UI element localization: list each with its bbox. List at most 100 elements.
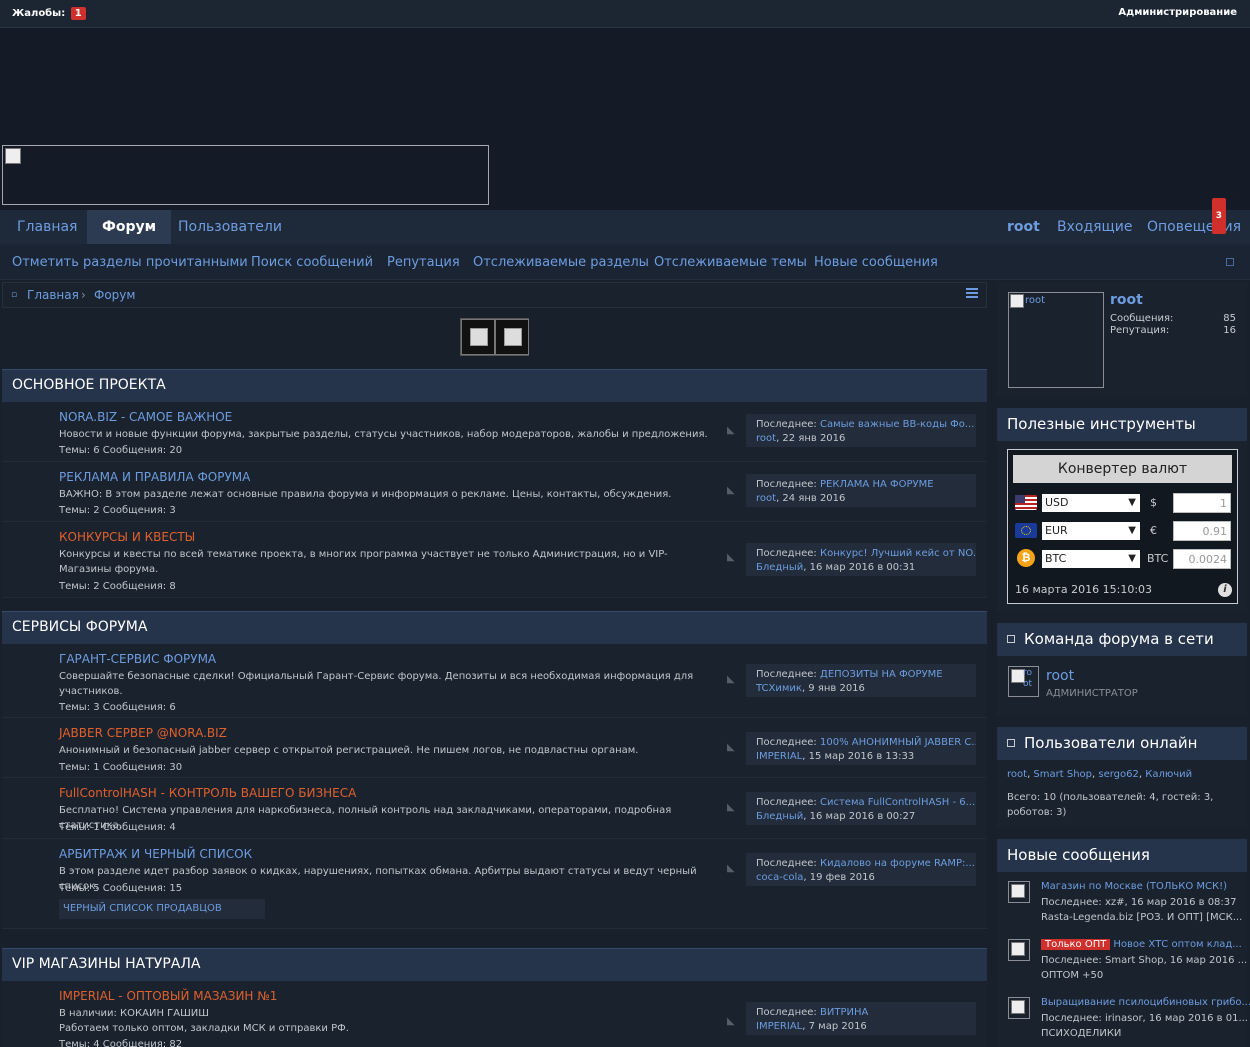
tab-users[interactable]: Пользователи [163, 210, 297, 244]
forum-title[interactable]: РЕКЛАМА И ПРАВИЛА ФОРУМА [59, 470, 250, 484]
rss-icon[interactable]: ◣ [727, 674, 735, 685]
forum-row: АРБИТРАЖ И ЧЕРНЫЙ СПИСОК В этом разделе … [2, 839, 987, 929]
last-post-user[interactable]: root [756, 433, 776, 444]
online-user[interactable]: Калючий [1145, 769, 1192, 780]
last-post-user[interactable]: IMPERIAL [756, 751, 802, 762]
tab-forum[interactable]: Форум [87, 210, 172, 244]
square-icon [1007, 739, 1015, 747]
forum-title[interactable]: ГАРАНТ-СЕРВИС ФОРУМА [59, 652, 216, 666]
search-posts-link[interactable]: Поиск сообщений [251, 255, 373, 270]
site-logo[interactable] [2, 145, 489, 205]
square-icon [1007, 635, 1015, 643]
forum-title[interactable]: NORA.BIZ - САМОЕ ВАЖНОЕ [59, 410, 232, 424]
team-avatar[interactable]: ro ot [1008, 666, 1039, 697]
admin-link[interactable]: Администрирование [1118, 7, 1237, 18]
currency-select[interactable]: USD ▼ [1042, 494, 1140, 512]
forum-row: РЕКЛАМА И ПРАВИЛА ФОРУМА ВАЖНО: В этом р… [2, 462, 987, 522]
rss-icon[interactable]: ◣ [727, 552, 735, 563]
profile-name[interactable]: root [1110, 292, 1143, 308]
rss-icon[interactable]: ◣ [727, 1016, 735, 1027]
inbox-link[interactable]: Входящие [1057, 210, 1132, 244]
team-box: ro ot root АДМИНИСТРАТОР [997, 656, 1247, 716]
last-post-title[interactable]: Кидалово на форуме RAMP:... [820, 858, 975, 869]
currency-select[interactable]: BTC ▼ [1042, 550, 1140, 568]
forum-stats: Темы: 1 Сообщения: 30 [59, 762, 183, 773]
last-post-user[interactable]: coca-cola [756, 872, 803, 883]
user-menu[interactable]: root [1007, 210, 1040, 244]
last-post-title[interactable]: ВИТРИНА [820, 1007, 868, 1018]
home-icon[interactable]: ▫ [11, 290, 17, 300]
hamburger-icon[interactable] [966, 288, 978, 300]
breadcrumb-forum[interactable]: Форум [94, 288, 135, 302]
team-member-name[interactable]: root [1046, 668, 1074, 684]
square-icon[interactable] [1226, 258, 1234, 266]
banner-2[interactable] [495, 319, 529, 355]
new-post-item: Только ОПТ Новое ХТС оптом клад... Послед… [1008, 939, 1247, 993]
forum-title[interactable]: IMPERIAL - ОПТОВЫЙ МАЗАЗИН №1 [59, 989, 277, 1003]
online-header[interactable]: Пользователи онлайн [997, 727, 1247, 760]
rss-icon[interactable]: ◣ [727, 863, 735, 874]
online-total: Всего: 10 (пользователей: 4, гостей: 3, р… [1007, 792, 1214, 818]
currency-select[interactable]: EUR ▼ [1042, 522, 1140, 540]
last-post-title[interactable]: Система FullControlHASH - 6... [820, 797, 975, 808]
watched-forums-link[interactable]: Отслеживаемые разделы [473, 255, 649, 270]
new-posts-link[interactable]: Новые сообщения [814, 255, 938, 270]
online-user[interactable]: sergo62 [1098, 769, 1139, 780]
new-post-title[interactable]: Выращивание псилоцибиновых грибо... [1041, 997, 1250, 1008]
new-post-forum[interactable]: ОПТОМ +50 [1041, 970, 1250, 981]
banner-1[interactable] [461, 319, 495, 355]
amount-input[interactable]: 0.91 [1173, 521, 1231, 541]
new-post-title[interactable]: Магазин по Москве (ТОЛЬКО МСК!) [1041, 881, 1250, 892]
complaints-link[interactable]: Жалобы: 1 [12, 7, 86, 20]
last-post-user[interactable]: root [756, 493, 776, 504]
alerts-link[interactable]: Оповещения 3 [1147, 198, 1241, 244]
new-post-title[interactable]: Новое ХТС оптом клад... [1113, 939, 1241, 950]
last-post-title[interactable]: ДЕПОЗИТЫ НА ФОРУМЕ [820, 669, 943, 680]
watched-threads-link[interactable]: Отслеживаемые темы [654, 255, 807, 270]
reputation-link[interactable]: Репутация [387, 255, 460, 270]
forum-title[interactable]: КОНКУРСЫ И КВЕСТЫ [59, 530, 195, 544]
rss-icon[interactable]: ◣ [727, 802, 735, 813]
avatar[interactable]: root [1008, 292, 1104, 388]
tab-home[interactable]: Главная [2, 210, 92, 244]
last-post-title[interactable]: 100% АНОНИМНЫЙ JABBER С... [820, 737, 976, 748]
post-avatar[interactable] [1008, 881, 1030, 903]
new-post-forum[interactable]: ПСИХОДЕЛИКИ [1041, 1028, 1250, 1039]
last-post-user[interactable]: TCXимик [756, 683, 802, 694]
online-user[interactable]: Smart Shop [1033, 769, 1092, 780]
last-post-user[interactable]: Бледный [756, 811, 803, 822]
category-header[interactable]: VIP МАГАЗИНЫ НАТУРАЛА [2, 948, 987, 981]
rss-icon[interactable]: ◣ [727, 742, 735, 753]
new-post-forum[interactable]: Rasta-Legenda.biz [РОЗ. И ОПТ] [МСК... [1041, 912, 1250, 923]
last-post-user[interactable]: IMPERIAL [756, 1021, 802, 1032]
forum-title[interactable]: FullControlHASH - КОНТРОЛЬ ВАШЕГО БИЗНЕС… [59, 786, 356, 800]
category-header[interactable]: СЕРВИСЫ ФОРУМА [2, 611, 987, 644]
post-avatar[interactable] [1008, 997, 1030, 1019]
mark-read-link[interactable]: Отметить разделы прочитанными [12, 255, 248, 270]
converter-button[interactable]: Конвертер валют [1013, 455, 1232, 483]
amount-input[interactable]: 1 [1173, 493, 1231, 513]
bitcoin-icon: ₿ [1017, 549, 1035, 567]
team-header[interactable]: Команда форума в сети [997, 623, 1247, 656]
online-user[interactable]: root [1007, 769, 1027, 780]
forum-title[interactable]: JABBER СЕРВЕР @NORA.BIZ [59, 726, 227, 740]
last-post-user[interactable]: Бледный [756, 562, 803, 573]
forum-stats: Темы: 2 Сообщения: 8 [59, 581, 176, 592]
last-post-title[interactable]: Самые важные BB-коды Фо... [820, 419, 974, 430]
category-header[interactable]: ОСНОВНОЕ ПРОЕКТА [2, 369, 987, 402]
currency-converter: Конвертер валют USD ▼ $ 1 EUR ▼ € 0.91 ₿ B… [1007, 449, 1238, 604]
new-post-title-row: Только ОПТ Новое ХТС оптом клад... [1041, 939, 1250, 950]
new-posts-header: Новые сообщения [997, 839, 1247, 872]
rss-icon[interactable]: ◣ [727, 425, 735, 436]
new-post-item: Магазин по Москве (ТОЛЬКО МСК!) Последне… [1008, 881, 1242, 935]
breadcrumb-home[interactable]: Главная [27, 288, 79, 302]
last-post-title[interactable]: Конкурс! Лучший кейс от NO... [820, 548, 976, 559]
amount-input[interactable]: 0.0024 [1173, 549, 1231, 569]
subforum-link[interactable]: ЧЕРНЫЙ СПИСОК ПРОДАВЦОВ [59, 899, 265, 919]
last-post-title[interactable]: РЕКЛАМА НА ФОРУМЕ [820, 479, 934, 490]
post-avatar[interactable] [1008, 939, 1030, 961]
info-icon[interactable]: i [1218, 583, 1232, 597]
rss-icon[interactable]: ◣ [727, 485, 735, 496]
posts-label: Сообщения: [1110, 313, 1174, 324]
forum-title[interactable]: АРБИТРАЖ И ЧЕРНЫЙ СПИСОК [59, 847, 252, 861]
